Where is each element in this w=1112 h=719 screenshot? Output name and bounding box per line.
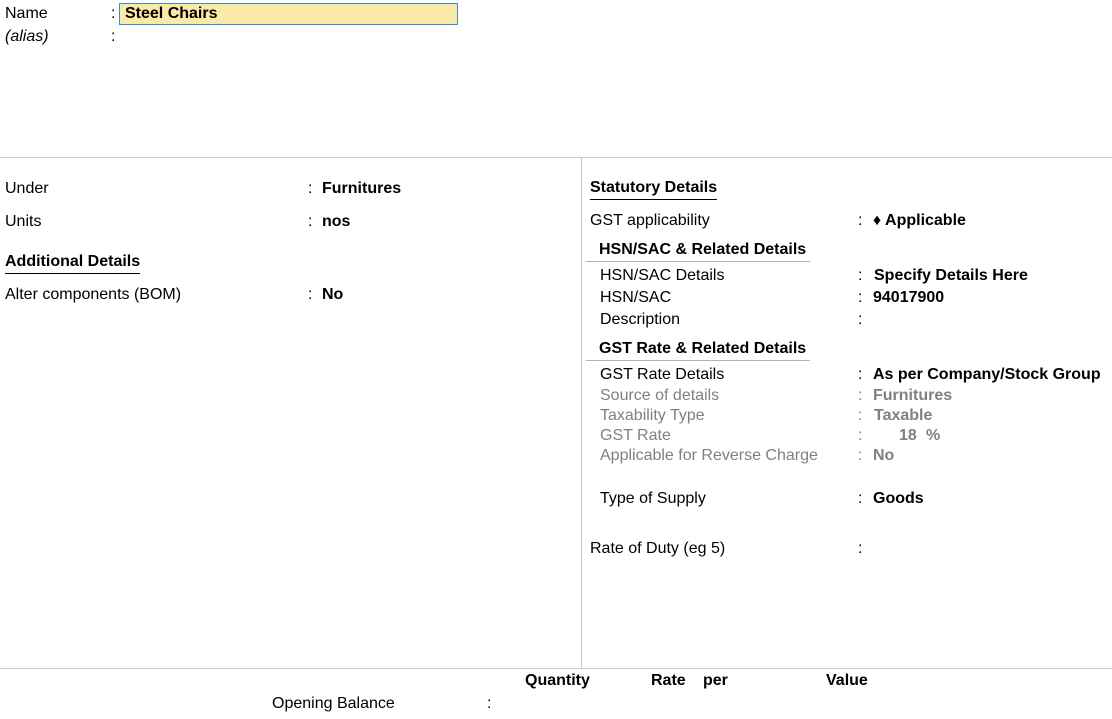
under-label: Under — [5, 180, 49, 197]
per-column-header: per — [703, 672, 728, 689]
reverse-charge-colon: : — [858, 447, 863, 464]
statutory-details-heading: Statutory Details — [590, 179, 718, 200]
alias-colon: : — [111, 28, 116, 45]
rate-of-duty-label: Rate of Duty (eg 5) — [590, 540, 726, 557]
hsn-details-value[interactable]: Specify Details Here — [874, 267, 1028, 285]
gst-rate-details-value[interactable]: As per Company/Stock Group — [873, 366, 1101, 384]
under-colon: : — [308, 180, 313, 197]
reverse-charge-value: No — [873, 447, 895, 464]
hsn-sac-label: HSN/SAC — [600, 289, 672, 306]
type-of-supply-label: Type of Supply — [600, 490, 706, 507]
name-input[interactable] — [119, 3, 458, 25]
gst-rate-details-colon: : — [858, 366, 863, 383]
opening-balance-label: Opening Balance — [272, 695, 395, 712]
reverse-charge-label: Applicable for Reverse Charge — [600, 447, 818, 464]
rate-of-duty-input[interactable] — [873, 538, 1103, 560]
bom-label: Alter components (BOM) — [5, 286, 182, 303]
description-input[interactable] — [873, 309, 1103, 331]
gst-rate-label: GST Rate — [600, 427, 671, 444]
value-column-header: Value — [826, 672, 868, 689]
units-value[interactable]: nos — [322, 213, 350, 231]
gst-rate-unit: % — [926, 427, 941, 444]
type-of-supply-value[interactable]: Goods — [873, 490, 924, 508]
footer-divider — [0, 668, 1112, 669]
source-of-details-label: Source of details — [600, 387, 720, 404]
taxability-type-value: Taxable — [874, 407, 933, 424]
units-label: Units — [5, 213, 42, 230]
hsn-sac-colon: : — [858, 289, 863, 306]
bom-colon: : — [308, 286, 313, 303]
gst-rate-colon: : — [858, 427, 863, 444]
alias-label: (alias) — [5, 28, 49, 45]
source-of-details-value: Furnitures — [873, 387, 953, 404]
gst-applicability-value[interactable]: ♦ Applicable — [873, 212, 966, 230]
opening-balance-input[interactable] — [500, 693, 900, 715]
name-colon: : — [111, 5, 116, 22]
opening-balance-colon: : — [487, 695, 492, 712]
hsn-details-colon: : — [858, 267, 863, 284]
alias-input[interactable] — [124, 26, 458, 48]
bom-value[interactable]: No — [322, 286, 343, 304]
gst-rate-related-heading: GST Rate & Related Details — [586, 340, 810, 361]
name-label: Name — [5, 5, 48, 22]
hsn-related-heading: HSN/SAC & Related Details — [586, 241, 810, 262]
source-of-details-colon: : — [858, 387, 863, 404]
gst-rate-value: 18 — [899, 427, 917, 444]
gst-applicability-colon: : — [858, 212, 863, 229]
rate-of-duty-colon: : — [858, 540, 863, 557]
header-divider — [0, 157, 1112, 158]
hsn-details-label: HSN/SAC Details — [600, 267, 725, 284]
gst-rate-details-label: GST Rate Details — [600, 366, 725, 383]
taxability-type-colon: : — [858, 407, 863, 424]
description-colon: : — [858, 311, 863, 328]
units-colon: : — [308, 213, 313, 230]
type-of-supply-colon: : — [858, 490, 863, 507]
under-value[interactable]: Furnitures — [322, 180, 401, 198]
taxability-type-label: Taxability Type — [600, 407, 705, 424]
additional-details-heading: Additional Details — [5, 253, 141, 274]
column-divider — [581, 158, 582, 668]
gst-applicability-label: GST applicability — [590, 212, 710, 229]
rate-column-header: Rate — [651, 672, 686, 689]
quantity-column-header: Quantity — [525, 672, 590, 689]
description-label: Description — [600, 311, 681, 328]
hsn-sac-value[interactable]: 94017900 — [873, 289, 944, 307]
